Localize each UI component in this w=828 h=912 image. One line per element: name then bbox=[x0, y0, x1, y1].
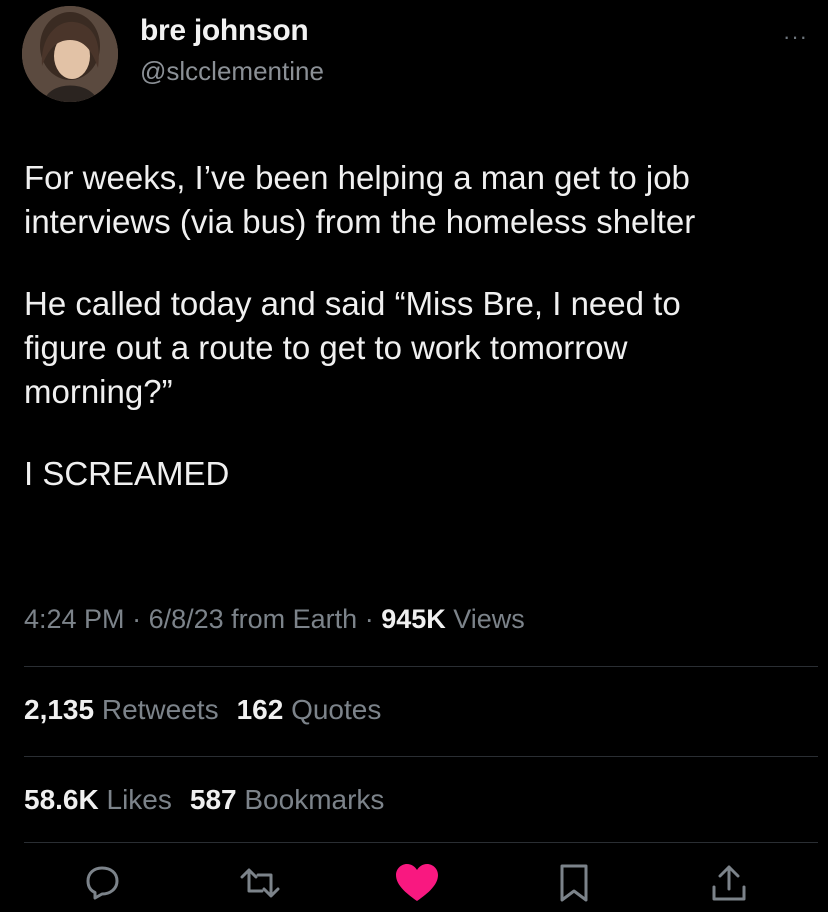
user-handle[interactable]: @slcclementine bbox=[140, 56, 324, 87]
likes-label: Likes bbox=[98, 784, 172, 815]
bookmark-icon bbox=[560, 864, 588, 902]
meta-separator: · bbox=[124, 604, 149, 634]
stats-row-reactions: 58.6K Likes 587 Bookmarks bbox=[24, 784, 384, 816]
likes-count: 58.6K bbox=[24, 784, 99, 815]
tweet-time[interactable]: 4:24 PM bbox=[24, 604, 125, 634]
quotes-count: 162 bbox=[236, 694, 284, 725]
retweets-label: Retweets bbox=[94, 694, 219, 725]
retweet-icon bbox=[240, 868, 280, 898]
bookmarks-stat[interactable]: 587 Bookmarks bbox=[190, 784, 385, 815]
meta-separator: · bbox=[357, 604, 382, 634]
share-icon bbox=[712, 865, 746, 901]
retweets-count: 2,135 bbox=[24, 694, 95, 725]
bookmarks-count: 587 bbox=[189, 784, 237, 815]
tweet-paragraph: For weeks, I’ve been helping a man get t… bbox=[24, 159, 696, 240]
views-count: 945K bbox=[381, 604, 446, 634]
display-name[interactable]: bre johnson bbox=[140, 14, 309, 48]
tweet-paragraph: I SCREAMED bbox=[24, 455, 230, 492]
retweets-stat[interactable]: 2,135 Retweets bbox=[24, 694, 219, 725]
like-button[interactable] bbox=[393, 860, 441, 906]
action-bar bbox=[0, 860, 828, 906]
tweet-date[interactable]: 6/8/23 bbox=[149, 604, 224, 634]
share-button[interactable] bbox=[705, 860, 753, 906]
views-label: Views bbox=[445, 604, 525, 634]
reply-button[interactable] bbox=[78, 860, 126, 906]
divider bbox=[24, 756, 818, 757]
more-options-icon[interactable]: ··· bbox=[783, 24, 808, 50]
reply-icon bbox=[86, 866, 119, 900]
divider bbox=[24, 666, 818, 667]
tweet-meta: 4:24 PM · 6/8/23 from Earth · 945K Views bbox=[24, 604, 525, 635]
likes-stat[interactable]: 58.6K Likes bbox=[24, 784, 172, 815]
heart-icon bbox=[396, 864, 438, 901]
bookmark-button[interactable] bbox=[550, 860, 598, 906]
stats-row-shares: 2,135 Retweets 162 Quotes bbox=[24, 694, 381, 726]
quotes-stat[interactable]: 162 Quotes bbox=[237, 694, 382, 725]
avatar[interactable] bbox=[22, 6, 118, 102]
divider bbox=[24, 842, 818, 843]
quotes-label: Quotes bbox=[283, 694, 382, 725]
tweet-source: from Earth bbox=[223, 604, 358, 634]
tweet-text: For weeks, I’ve been helping a man get t… bbox=[24, 156, 814, 534]
retweet-button[interactable] bbox=[236, 860, 284, 906]
bookmarks-label: Bookmarks bbox=[236, 784, 385, 815]
tweet-paragraph: He called today and said “Miss Bre, I ne… bbox=[24, 285, 681, 410]
